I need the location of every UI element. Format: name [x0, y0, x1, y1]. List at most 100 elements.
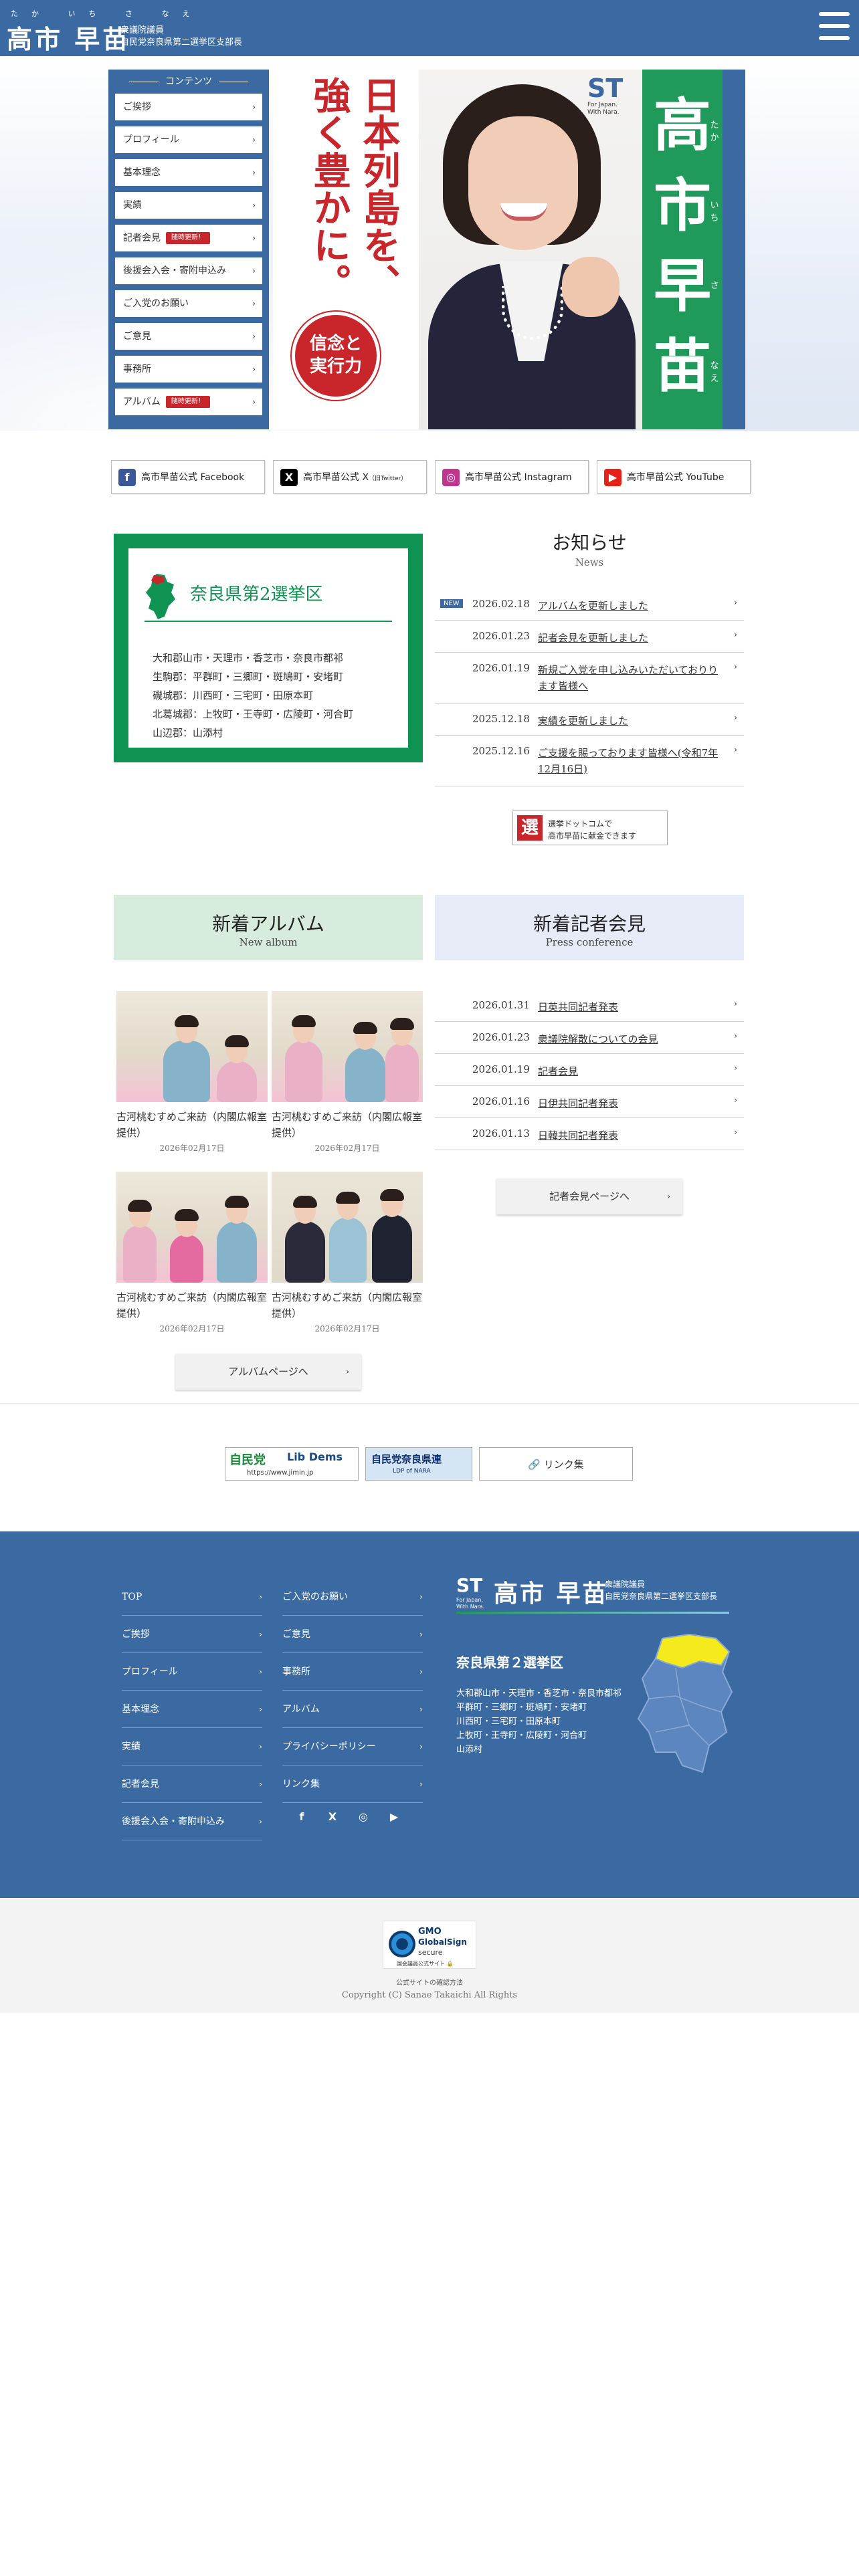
footer-link[interactable]: 後援会入会・寄附申込み ›	[122, 1803, 262, 1840]
instagram-icon: ◎	[442, 469, 460, 486]
bottom-bar: GMO GlobalSign secure 国会議員公式サイト 🔒 公式サイトの…	[0, 1898, 859, 2013]
footer-link[interactable]: TOP ›	[122, 1578, 262, 1616]
sidenav-item-9[interactable]: アルバム 随時更新！ ›	[115, 389, 262, 415]
name-band: 高市早苗 たかいちさなえ	[642, 70, 745, 429]
sns-button-1[interactable]: X 高市早苗公式 X（旧Twitter）	[273, 460, 427, 494]
press-title-link: 記者会見	[538, 1065, 579, 1077]
news-item[interactable]: 2026.01.19 新規ご入党を申し込みいただいておりります皆様へ ›	[435, 653, 744, 704]
press-item[interactable]: 2026.01.19 記者会見 ›	[435, 1054, 744, 1086]
jimin-banner[interactable]: 自民党 Lib Dems https://www.jimin.jp	[225, 1447, 359, 1481]
chevron-right-icon: ›	[667, 1192, 670, 1201]
chevron-right-icon: ›	[734, 1128, 737, 1137]
sidenav-item-4[interactable]: 記者会見 随時更新！ ›	[115, 225, 262, 251]
press-item[interactable]: 2026.01.23 衆議院解散についての会見 ›	[435, 1022, 744, 1054]
sns-links: f 高市早苗公式 Facebook X 高市早苗公式 X（旧Twitter） ◎ 高市早苗…	[111, 460, 751, 494]
district-area-line: 山辺郡：山添村	[153, 727, 223, 739]
sidenav-item-label: 記者会見	[123, 233, 161, 243]
links-banner[interactable]: 🔗 リンク集	[479, 1447, 633, 1481]
x-icon[interactable]: X	[325, 1810, 340, 1824]
album-header: 新着アルバム New album	[114, 895, 423, 960]
press-date: 2026.01.13	[472, 1128, 530, 1140]
footer-link[interactable]: プライバシーポリシー ›	[282, 1728, 423, 1765]
news-title-link: 実績を更新しました	[538, 715, 629, 727]
album-date: 2026年02月17日	[314, 1324, 380, 1333]
contents-nav-title: コンテンツ	[115, 75, 262, 88]
album-card[interactable]: 古河桃むすめご来訪（内閣広報室提供） 2026年02月17日	[272, 991, 423, 1154]
footer-link[interactable]: ご入党のお願い ›	[282, 1578, 423, 1616]
footer-link[interactable]: アルバム ›	[282, 1691, 423, 1728]
chevron-right-icon: ›	[252, 201, 256, 210]
album-card[interactable]: 古河桃むすめご来訪（内閣広報室提供） 2026年02月17日	[116, 1172, 268, 1334]
sidenav-item-8[interactable]: 事務所 ›	[115, 356, 262, 383]
sidenav-item-6[interactable]: ご入党のお願い ›	[115, 290, 262, 317]
footer-link[interactable]: ご挨拶 ›	[122, 1616, 262, 1653]
instagram-icon[interactable]: ◎	[356, 1810, 371, 1824]
news-item[interactable]: 2026.01.23 記者会見を更新しました ›	[435, 621, 744, 653]
senkyo-donation-banner[interactable]: 選 選挙ドットコムで 高市早苗に献金できます	[512, 811, 668, 845]
chevron-right-icon: ›	[252, 299, 256, 308]
chevron-right-icon: ›	[252, 135, 256, 144]
site-logo[interactable]: たか いち さ なえ 高市 早苗 衆議院議員 自民党奈良県第二選挙区支部長	[7, 5, 288, 54]
chevron-right-icon: ›	[734, 1095, 737, 1105]
sidenav-item-0[interactable]: ご挨拶 ›	[115, 94, 262, 120]
sidenav-item-3[interactable]: 実績 ›	[115, 192, 262, 219]
chevron-right-icon: ›	[259, 1705, 262, 1714]
portrait-image	[419, 70, 644, 429]
pledge-badge: 信念と 実行力	[292, 312, 380, 400]
nara-ldp-banner[interactable]: 自民党奈良県連 LDP of NARA	[365, 1447, 472, 1481]
press-title-link: 日韓共同記者発表	[538, 1130, 619, 1142]
chevron-right-icon: ›	[419, 1630, 423, 1639]
district-area-line: 生駒郡：平群町・三郷町・斑鳩町・安堵町	[153, 671, 344, 683]
globalsign-seal[interactable]: GMO GlobalSign secure 国会議員公式サイト 🔒	[383, 1921, 476, 1969]
press-page-button[interactable]: 記者会見ページへ ›	[496, 1178, 682, 1214]
news-item[interactable]: 2025.12.16 ご支援を賜っております皆様へ(令和7年12月16日) ›	[435, 736, 744, 786]
sidenav-item-label: ご挨拶	[123, 102, 151, 112]
press-item[interactable]: 2026.01.16 日伊共同記者発表 ›	[435, 1086, 744, 1118]
footer-link[interactable]: 事務所 ›	[282, 1653, 423, 1691]
album-page-button[interactable]: アルバムページへ ›	[175, 1354, 361, 1390]
news-item[interactable]: NEW 2026.02.18 アルバムを更新しました ›	[435, 588, 744, 621]
slogan-line-2: 強く豊かに。	[307, 76, 351, 301]
sidenav-item-5[interactable]: 後援会入会・寄附申込み ›	[115, 257, 262, 284]
album-card[interactable]: 古河桃むすめご来訪（内閣広報室提供） 2026年02月17日	[272, 1172, 423, 1334]
press-title-link: 日英共同記者発表	[538, 1001, 619, 1013]
press-title-link: 日伊共同記者発表	[538, 1097, 619, 1109]
youtube-icon[interactable]: ▶	[387, 1810, 401, 1824]
press-date: 2026.01.19	[472, 1063, 530, 1075]
logo-ruby: たか いち さ なえ	[11, 9, 203, 18]
press-subtitle: Press conference	[545, 936, 634, 948]
footer-link[interactable]: プロフィール ›	[122, 1653, 262, 1691]
press-date: 2026.01.16	[472, 1095, 530, 1107]
footer-area-line: 川西町・三宅町・田原本町	[456, 1717, 561, 1727]
facebook-icon[interactable]: f	[294, 1810, 309, 1824]
album-caption: 古河桃むすめご来訪（内閣広報室提供）	[116, 1291, 268, 1319]
sns-button-0[interactable]: f 高市早苗公式 Facebook	[111, 460, 265, 494]
sidenav-item-7[interactable]: ご意見 ›	[115, 323, 262, 350]
sidenav-item-1[interactable]: プロフィール ›	[115, 126, 262, 153]
news-title-link: アルバムを更新しました	[538, 600, 648, 612]
news-item[interactable]: 2025.12.18 実績を更新しました ›	[435, 704, 744, 736]
sidenav-item-2[interactable]: 基本理念 ›	[115, 159, 262, 186]
footer-link[interactable]: 実績 ›	[122, 1728, 262, 1765]
album-caption: 古河桃むすめご来訪（内閣広報室提供）	[272, 1291, 423, 1319]
hamburger-menu-icon[interactable]	[815, 7, 854, 45]
sns-button-2[interactable]: ◎ 高市早苗公式 Instagram	[435, 460, 589, 494]
facebook-icon: f	[118, 469, 136, 486]
chevron-right-icon: ›	[734, 630, 737, 639]
album-card[interactable]: 古河桃むすめご来訪（内閣広報室提供） 2026年02月17日	[116, 991, 268, 1154]
footer-link[interactable]: リンク集 ›	[282, 1765, 423, 1803]
verify-link[interactable]: 公式サイトの確認方法	[0, 1977, 859, 1987]
press-item[interactable]: 2026.01.31 日英共同記者発表 ›	[435, 990, 744, 1022]
logo-name: 高市 早苗	[7, 25, 131, 54]
footer-link[interactable]: 記者会見 ›	[122, 1765, 262, 1803]
footer-link[interactable]: 基本理念 ›	[122, 1691, 262, 1728]
album-photo	[116, 1172, 268, 1283]
footer-area-line: 上牧町・王寺町・広陵町・河合町	[456, 1731, 587, 1741]
sns-button-3[interactable]: ▶ 高市早苗公式 YouTube	[597, 460, 751, 494]
senkyo-mark: 選	[517, 815, 543, 841]
new-badge: NEW	[440, 599, 463, 608]
press-item[interactable]: 2026.01.13 日韓共同記者発表 ›	[435, 1118, 744, 1150]
footer-sns-icons: f X ◎ ▶	[288, 1810, 421, 1826]
footer-link[interactable]: ご意見 ›	[282, 1616, 423, 1653]
update-badge: 随時更新！	[165, 396, 210, 408]
